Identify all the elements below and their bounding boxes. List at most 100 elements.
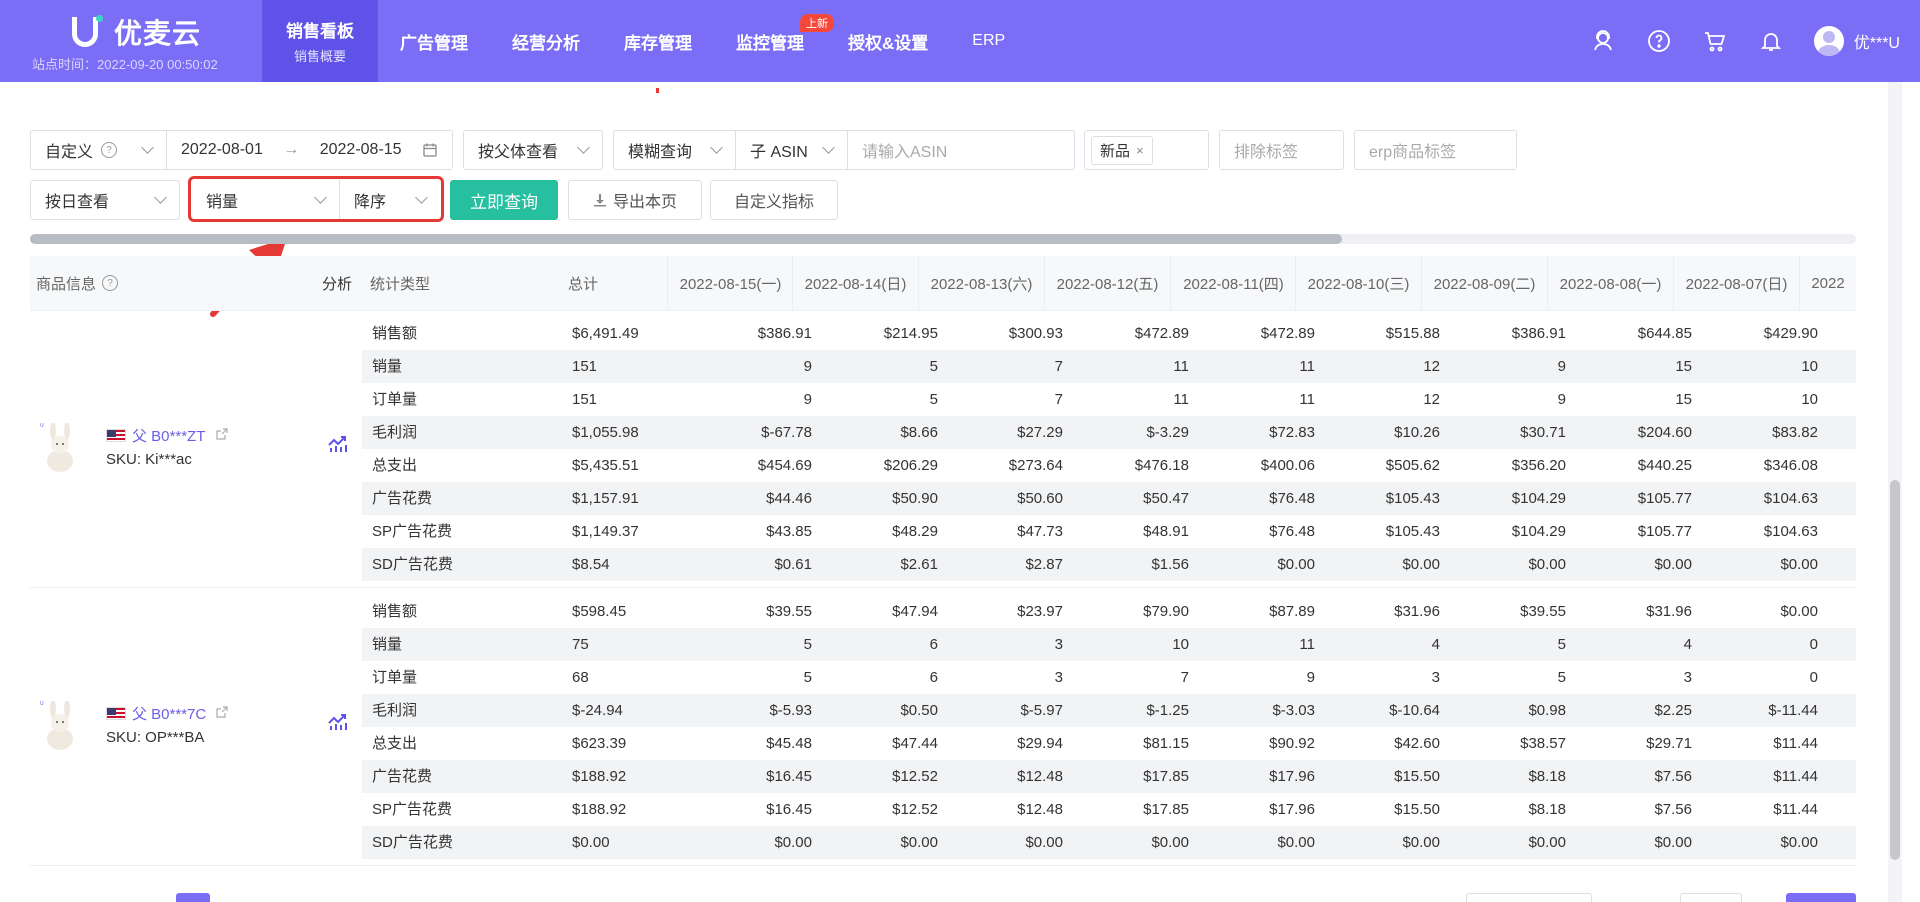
stat-value: $43.85: [766, 523, 812, 540]
vertical-scroll-thumb[interactable]: [1890, 480, 1900, 860]
nav-item-auth-settings[interactable]: 授权&设置: [826, 0, 950, 82]
stat-type: 广告花费: [372, 768, 433, 785]
stat-value: $-1.25: [1146, 702, 1189, 719]
col-date: 2022: [1799, 256, 1856, 310]
stat-value: 6: [929, 636, 938, 653]
date-mode-select[interactable]: 自定义 ?: [31, 131, 167, 169]
stat-value: 6: [929, 669, 938, 686]
product-image[interactable]: U: [38, 423, 82, 475]
marker-dot: [656, 88, 659, 93]
stat-value: 5: [1557, 669, 1566, 686]
stat-value: $2.87: [1025, 556, 1063, 573]
product-image[interactable]: U: [38, 701, 82, 753]
avatar: [1813, 26, 1844, 56]
external-link-icon[interactable]: [216, 706, 228, 718]
erp-tag-input[interactable]: erp商品标签: [1354, 130, 1517, 170]
stat-value: $356.20: [1511, 457, 1566, 474]
col-product: 商品信息 ?: [36, 256, 119, 310]
stat-value: $47.44: [892, 735, 938, 752]
nav-item-analysis[interactable]: 经营分析: [490, 0, 602, 82]
stat-value: $515.88: [1385, 325, 1440, 342]
pagination-control[interactable]: [1786, 893, 1856, 902]
stat-value: 3: [1683, 669, 1692, 686]
table-row: 总支出 $5,435.51 $454.69 $206.29 $273.64 $476.18…: [362, 449, 1856, 482]
date-range-input[interactable]: 2022-08-01 → 2022-08-15: [167, 131, 452, 169]
stat-value: $12.52: [892, 768, 938, 785]
view-by-value: 按父体查看: [478, 144, 559, 161]
product-asin-link[interactable]: 父 B0***ZT: [132, 425, 205, 446]
stat-type: 订单量: [372, 669, 418, 686]
nav-item-sales-dashboard[interactable]: 销售看板 销售概要: [262, 0, 378, 82]
logo[interactable]: 优麦云: [72, 12, 201, 52]
tag-select[interactable]: 新品 ×: [1084, 130, 1209, 170]
stat-value: $7.56: [1654, 768, 1692, 785]
external-link-icon[interactable]: [216, 428, 228, 440]
col-date: 2022-08-09(二): [1421, 256, 1547, 310]
exclude-tag-input[interactable]: 排除标签: [1219, 130, 1344, 170]
stat-value: $505.62: [1385, 457, 1440, 474]
horizontal-scroll-thumb[interactable]: [30, 234, 1342, 244]
chevron-down-icon: [154, 191, 167, 204]
stat-value: $44.46: [766, 490, 812, 507]
stat-value: $23.97: [1017, 603, 1063, 620]
question-icon[interactable]: ?: [102, 275, 119, 291]
trend-chart-icon[interactable]: [327, 433, 349, 453]
bell-icon[interactable]: [1758, 28, 1784, 54]
stat-value: $15.50: [1394, 768, 1440, 785]
close-icon[interactable]: ×: [1136, 143, 1144, 158]
asin-type-select[interactable]: 子 ASIN: [736, 131, 848, 169]
nav-item-monitor[interactable]: 监控管理 上新: [714, 0, 834, 82]
query-button[interactable]: 立即查询: [450, 180, 558, 220]
stat-value: 5: [1557, 636, 1566, 653]
question-icon[interactable]: ?: [101, 142, 118, 158]
stat-total: 75: [572, 636, 589, 653]
nav-label: ERP: [972, 32, 1006, 49]
stat-total: $1,157.91: [572, 490, 639, 507]
stat-type: 销量: [372, 358, 403, 375]
nav-item-ads[interactable]: 广告管理: [378, 0, 490, 82]
stat-type: SD广告花费: [372, 834, 453, 851]
table-row: SP广告花费 $1,149.37 $43.85 $48.29 $47.73 $48.91 $…: [362, 515, 1856, 548]
table-row: 毛利润 $-24.94 $-5.93 $0.50 $-5.97 $-1.25 $-3.03 $…: [362, 694, 1856, 727]
stat-total: $5,435.51: [572, 457, 639, 474]
help-icon[interactable]: [1646, 28, 1672, 54]
table-row: 广告花费 $1,157.91 $44.46 $50.90 $50.60 $50.47 $76…: [362, 482, 1856, 515]
cart-icon[interactable]: [1702, 28, 1728, 54]
stat-value: 5: [929, 391, 938, 408]
pagination-control[interactable]: [1680, 893, 1742, 902]
stat-value: 9: [1557, 358, 1566, 375]
user-menu[interactable]: 优***U: [1813, 26, 1900, 56]
custom-metrics-button[interactable]: 自定义指标: [710, 180, 838, 220]
match-mode-select[interactable]: 模糊查询: [614, 131, 736, 169]
stat-value: $104.63: [1763, 523, 1818, 540]
stat-value: $39.55: [766, 603, 812, 620]
stat-value: $76.48: [1269, 490, 1315, 507]
table-header: 商品信息 ? 分析 统计类型 总计 2022-08-15(一) 2022-08-1…: [30, 256, 1856, 311]
chevron-down-icon: [710, 141, 723, 154]
stat-value: $-10.64: [1389, 702, 1440, 719]
stat-value: $472.89: [1134, 325, 1189, 342]
export-button[interactable]: 导出本页: [568, 180, 702, 220]
logo-text: 优麦云: [114, 18, 202, 49]
product-asin-link[interactable]: 父 B0***7C: [132, 703, 206, 724]
stat-value: $72.83: [1269, 424, 1315, 441]
product-sku: SKU: OP***BA: [106, 729, 205, 746]
stat-value: $204.60: [1637, 424, 1692, 441]
table-row: 销售额 $598.45 $39.55 $47.94 $23.97 $79.90 $87.89…: [362, 595, 1856, 628]
stat-value: $39.55: [1520, 603, 1566, 620]
support-icon[interactable]: [1590, 28, 1616, 54]
trend-chart-icon[interactable]: [327, 711, 349, 731]
stat-value: $47.73: [1017, 523, 1063, 540]
asin-input[interactable]: 请输入ASIN: [848, 131, 1074, 169]
pagination-control[interactable]: [1466, 893, 1592, 902]
nav-item-erp[interactable]: ERP: [950, 0, 1027, 82]
stat-value: 12: [1423, 391, 1440, 408]
table-row: 毛利润 $1,055.98 $-67.78 $8.66 $27.29 $-3.29 $72.…: [362, 416, 1856, 449]
calendar-icon: [423, 143, 437, 157]
period-select[interactable]: 按日查看: [30, 180, 180, 220]
stat-value: 0: [1809, 669, 1818, 686]
nav-item-inventory[interactable]: 库存管理: [602, 0, 714, 82]
pagination-control[interactable]: [176, 893, 210, 902]
stat-value: $386.91: [1511, 325, 1566, 342]
view-by-select[interactable]: 按父体查看: [463, 130, 603, 170]
